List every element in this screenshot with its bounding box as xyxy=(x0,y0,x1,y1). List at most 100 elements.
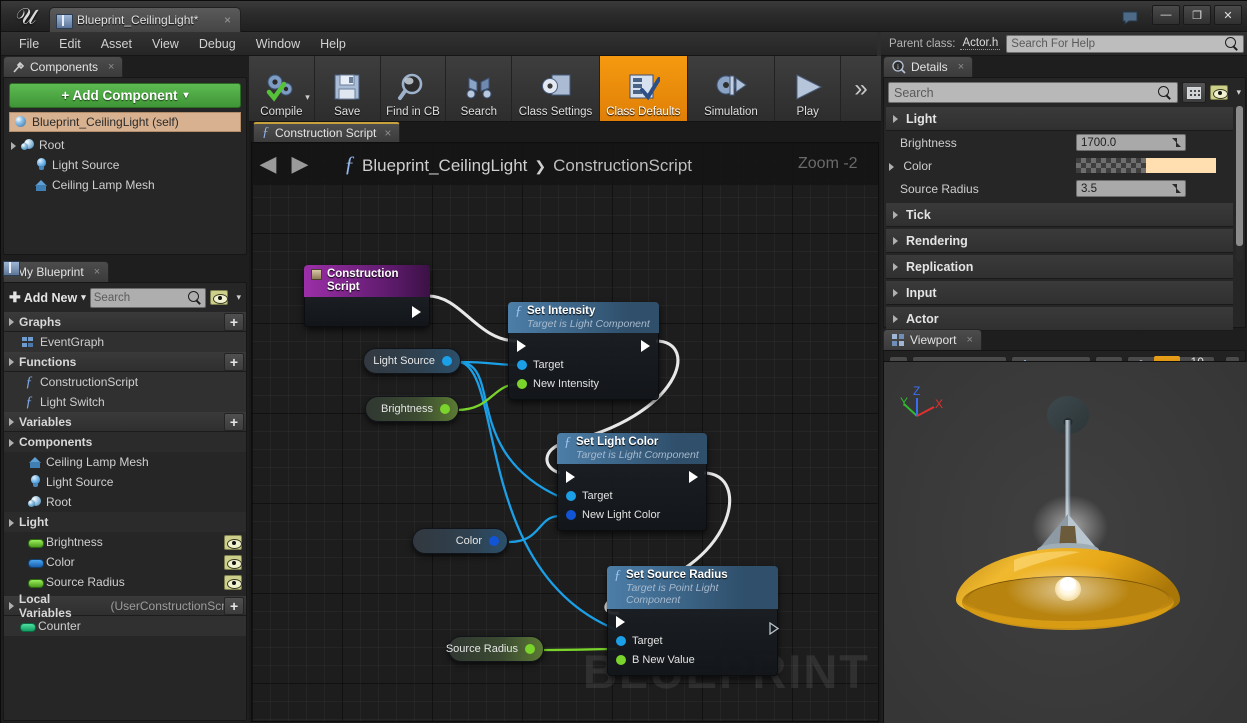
tab-details[interactable]: i Details × xyxy=(883,56,974,77)
chevron-down-icon[interactable]: ▾ xyxy=(236,292,241,303)
menu-item-file[interactable]: File xyxy=(9,35,49,53)
exec-out-pin[interactable] xyxy=(760,616,779,635)
pin-target[interactable] xyxy=(517,359,527,370)
menu-item-edit[interactable]: Edit xyxy=(49,35,91,53)
details-category-replication[interactable]: Replication xyxy=(886,255,1233,279)
toolbar-button-simulation[interactable]: Simulation xyxy=(688,56,776,121)
toolbar-button-find-in-cb[interactable]: Find in CB xyxy=(381,56,447,121)
tab-components-close-icon[interactable]: × xyxy=(108,61,114,73)
graph-forward-button[interactable]: ▶ xyxy=(284,151,316,177)
details-scrollbar-thumb[interactable] xyxy=(1236,106,1243,246)
details-category-input[interactable]: Input xyxy=(886,281,1233,305)
expand-triangle-icon[interactable] xyxy=(892,114,901,123)
graph-node-set-source-radius[interactable]: ƒ Set Source Radius Target is Point Ligh… xyxy=(607,566,779,676)
add-new-button[interactable]: ✚ Add New ▾ xyxy=(9,287,86,308)
add-variable-button[interactable]: + xyxy=(224,412,244,431)
list-item-local-counter[interactable]: Counter xyxy=(4,616,246,636)
color-swatch[interactable] xyxy=(1076,158,1216,173)
feedback-chat-icon[interactable] xyxy=(1122,9,1140,27)
pin-new-light-color[interactable] xyxy=(566,509,576,520)
section-header-components[interactable]: Components xyxy=(4,432,246,452)
exec-in-pin[interactable] xyxy=(566,470,575,483)
graph-varnode-color[interactable]: Color xyxy=(412,528,508,554)
component-row-light-source[interactable]: Light Source xyxy=(4,155,246,175)
graph-node-construction-script[interactable]: Construction Script xyxy=(304,265,430,327)
my-blueprint-search-input[interactable]: Search xyxy=(89,287,207,308)
document-tab-blueprint-ceilinglight[interactable]: Blueprint_CeilingLight* × xyxy=(49,7,241,32)
menu-item-asset[interactable]: Asset xyxy=(91,35,142,53)
section-header-functions[interactable]: Functions + xyxy=(4,352,246,372)
add-component-button[interactable]: + Add Component ▾ xyxy=(9,83,241,108)
expand-triangle-icon[interactable] xyxy=(892,210,901,219)
viewport-3d-render[interactable]: Y Z X xyxy=(883,361,1247,723)
section-header-local-variables[interactable]: Local Variables (UserConstructionScr + xyxy=(4,592,246,620)
expand-triangle-icon[interactable] xyxy=(892,236,901,245)
menu-item-debug[interactable]: Debug xyxy=(189,35,246,53)
expand-triangle-icon[interactable] xyxy=(892,314,901,323)
add-function-button[interactable]: + xyxy=(224,352,244,371)
details-category-light[interactable]: Light xyxy=(886,107,1233,131)
source-radius-input[interactable]: 3.5 xyxy=(1076,180,1186,197)
expand-triangle-icon[interactable] xyxy=(892,262,901,271)
exec-in-pin[interactable] xyxy=(616,615,625,628)
list-item-var-color[interactable]: Color xyxy=(4,552,246,572)
expand-triangle-icon[interactable] xyxy=(8,417,17,426)
tab-components[interactable]: Components × xyxy=(3,56,124,77)
list-item-ceiling-lamp-mesh[interactable]: Ceiling Lamp Mesh xyxy=(4,452,246,472)
component-row-ceiling-lamp-mesh[interactable]: Ceiling Lamp Mesh xyxy=(4,175,246,195)
add-local-variable-button[interactable]: + xyxy=(224,596,244,615)
visibility-eye-icon[interactable] xyxy=(224,534,242,550)
tab-viewport[interactable]: Viewport × xyxy=(883,329,982,350)
section-header-variables[interactable]: Variables + xyxy=(4,412,246,432)
list-item-constructionscript[interactable]: ƒ ConstructionScript xyxy=(4,372,246,392)
exec-in-pin[interactable] xyxy=(517,339,526,352)
tab-my-blueprint[interactable]: My Blueprint × xyxy=(3,261,110,282)
exec-out-pin[interactable] xyxy=(641,340,650,352)
expand-triangle-icon[interactable] xyxy=(8,518,17,527)
graph-varnode-source-radius[interactable]: Source Radius xyxy=(446,636,544,662)
details-search-input[interactable]: Search xyxy=(888,82,1179,103)
graph-node-set-light-color[interactable]: ƒ Set Light Color Target is Light Compon… xyxy=(557,433,707,531)
variable-out-pin[interactable] xyxy=(440,404,450,414)
graph-varnode-light-source[interactable]: Light Source xyxy=(363,348,461,374)
maximize-button[interactable]: ❐ xyxy=(1183,5,1211,25)
brightness-input[interactable]: 1700.0 xyxy=(1076,134,1186,151)
help-search-input[interactable]: Search For Help xyxy=(1006,34,1244,53)
close-button[interactable]: ✕ xyxy=(1214,5,1242,25)
variable-out-pin[interactable] xyxy=(525,644,535,654)
breadcrumb-current[interactable]: ConstructionScript xyxy=(553,156,692,176)
details-grid-view-button[interactable] xyxy=(1182,82,1207,103)
toolbar-button-class-defaults[interactable]: Class Defaults xyxy=(599,56,688,121)
visibility-eye-icon[interactable] xyxy=(224,554,242,570)
toolbar-button-play[interactable]: Play xyxy=(775,56,842,121)
tab-my-blueprint-close-icon[interactable]: × xyxy=(94,266,100,278)
pin-target[interactable] xyxy=(566,490,576,501)
visibility-eye-icon[interactable] xyxy=(1210,85,1229,100)
details-category-actor[interactable]: Actor xyxy=(886,307,1233,331)
graph-back-button[interactable]: ◀ xyxy=(252,151,284,177)
chevron-down-icon[interactable]: ▾ xyxy=(1236,87,1241,98)
expand-triangle-icon[interactable] xyxy=(888,162,897,171)
expand-triangle-icon[interactable] xyxy=(10,141,19,150)
section-header-light[interactable]: Light xyxy=(4,512,246,532)
breadcrumb-root[interactable]: Blueprint_CeilingLight xyxy=(362,156,527,176)
graph-varnode-brightness[interactable]: Brightness xyxy=(365,396,459,422)
tab-construction-script-close-icon[interactable]: × xyxy=(384,126,391,140)
pin-new-intensity[interactable] xyxy=(517,378,527,389)
toolbar-button-search[interactable]: Search xyxy=(446,56,513,121)
tab-construction-script[interactable]: ƒ Construction Script × xyxy=(253,122,401,142)
add-graph-button[interactable]: + xyxy=(224,312,244,331)
exec-out-pin[interactable] xyxy=(412,306,421,318)
visibility-eye-icon[interactable] xyxy=(210,290,229,305)
chevron-down-icon[interactable]: ▾ xyxy=(305,92,310,103)
menu-item-window[interactable]: Window xyxy=(246,35,310,53)
minimize-button[interactable]: — xyxy=(1152,5,1180,25)
expand-triangle-icon[interactable] xyxy=(8,317,17,326)
expand-triangle-icon[interactable] xyxy=(8,601,17,610)
list-item-eventgraph[interactable]: EventGraph xyxy=(4,332,246,352)
variable-out-pin[interactable] xyxy=(442,356,452,366)
menu-item-help[interactable]: Help xyxy=(310,35,356,53)
spinner-icon[interactable] xyxy=(1172,138,1181,147)
toolbar-overflow-button[interactable]: » xyxy=(841,56,881,121)
graph-node-set-intensity[interactable]: ƒ Set Intensity Target is Light Componen… xyxy=(508,302,659,400)
